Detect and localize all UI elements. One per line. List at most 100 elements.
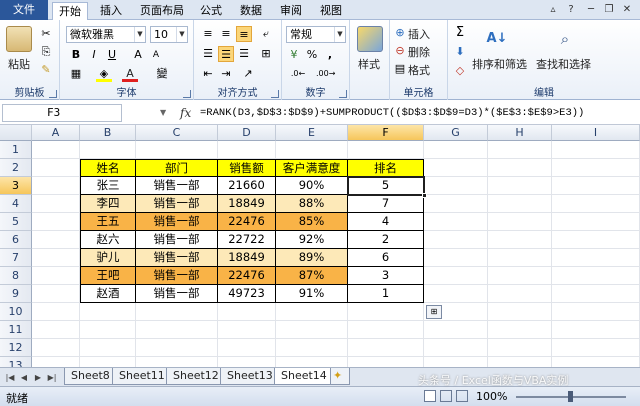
alignment-launcher-icon[interactable] (271, 90, 279, 98)
tab-file[interactable]: 文件 (0, 0, 48, 20)
sheet-tab-sheet8[interactable]: Sheet8 (64, 368, 117, 385)
first-sheet-icon[interactable]: |◀ (4, 371, 16, 384)
last-sheet-icon[interactable]: ▶| (46, 371, 58, 384)
phonetic-icon[interactable]: 變 (154, 66, 170, 82)
grid-cell[interactable] (488, 195, 552, 213)
column-header-b[interactable]: B (80, 125, 136, 141)
table-cell[interactable]: 91% (276, 285, 348, 303)
grid-cell[interactable] (80, 339, 136, 357)
row-header-10[interactable]: 10 (0, 303, 32, 321)
decrease-decimal-icon[interactable]: .00→ (316, 66, 335, 82)
grid-cell[interactable] (552, 177, 640, 195)
table-cell[interactable]: 6 (348, 249, 424, 267)
grid-cell[interactable] (488, 231, 552, 249)
paste-options-icon[interactable]: ⊞ (426, 305, 442, 319)
row-header-6[interactable]: 6 (0, 231, 32, 249)
decrease-font-icon[interactable]: A (148, 47, 164, 63)
table-header-cell[interactable]: 排名 (348, 159, 424, 177)
grid-cell[interactable] (136, 357, 218, 367)
formula-input[interactable]: =RANK(D3,$D$3:$D$9)+SUMPRODUCT(($D$3:$D$… (200, 104, 636, 122)
grid-cell[interactable] (80, 141, 136, 159)
grid-cell[interactable] (80, 357, 136, 367)
new-sheet-icon[interactable]: ✦ (330, 368, 350, 385)
insert-function-button[interactable]: fx (180, 106, 191, 120)
table-cell[interactable]: 22476 (218, 267, 276, 285)
window-minimize-icon[interactable]: ─ (584, 3, 598, 16)
font-launcher-icon[interactable] (183, 90, 191, 98)
grid-cell[interactable] (218, 141, 276, 159)
copy-icon[interactable]: ⎘ (38, 44, 54, 60)
bold-icon[interactable]: B (68, 47, 84, 63)
grid-cell[interactable] (136, 339, 218, 357)
worksheet-grid[interactable]: A B C D E F G H I 1 2 3 4 5 6 7 8 9 10 11 12 13 姓名 部门 销售额 客户满意度 排名… (0, 125, 640, 367)
align-top-icon[interactable]: ≡ (200, 26, 216, 42)
decrease-indent-icon[interactable]: ⇤ (200, 66, 216, 82)
table-cell[interactable]: 87% (276, 267, 348, 285)
table-cell[interactable]: 18849 (218, 195, 276, 213)
grid-cell[interactable] (348, 321, 424, 339)
grid-cell[interactable] (552, 357, 640, 367)
grid-cell[interactable] (32, 321, 80, 339)
sheet-tab-sheet14[interactable]: Sheet14 (274, 368, 334, 385)
table-cell[interactable]: 李四 (80, 195, 136, 213)
grid-cell[interactable] (32, 195, 80, 213)
table-cell[interactable]: 赵六 (80, 231, 136, 249)
grid-cell[interactable] (32, 177, 80, 195)
grid-cell[interactable] (136, 321, 218, 339)
tab-data[interactable]: 数据 (234, 2, 268, 20)
sheet-tab-sheet11[interactable]: Sheet11 (112, 368, 172, 385)
sheet-tab-sheet12[interactable]: Sheet12 (166, 368, 226, 385)
grid-cell[interactable] (32, 141, 80, 159)
grid-cell[interactable] (488, 213, 552, 231)
ribbon-minimize-icon[interactable]: ▵ (546, 3, 560, 16)
table-cell[interactable]: 销售一部 (136, 195, 218, 213)
grid-cell[interactable] (488, 141, 552, 159)
column-header-f[interactable]: F (348, 125, 424, 141)
find-select-button[interactable]: 查找和选择 (536, 56, 591, 72)
insert-cells-icon[interactable]: ⊕ (392, 25, 408, 41)
grid-cell[interactable] (348, 357, 424, 367)
table-header-cell[interactable]: 客户满意度 (276, 159, 348, 177)
grid-cell[interactable] (488, 321, 552, 339)
paste-button[interactable]: 粘贴 (8, 56, 30, 72)
column-header-g[interactable]: G (424, 125, 488, 141)
grid-cell[interactable] (32, 231, 80, 249)
column-header-e[interactable]: E (276, 125, 348, 141)
increase-decimal-icon[interactable]: .0← (290, 66, 306, 82)
grid-cell[interactable] (276, 357, 348, 367)
grid-cell[interactable] (32, 303, 80, 321)
table-cell[interactable]: 4 (348, 213, 424, 231)
grid-cell[interactable] (276, 321, 348, 339)
table-cell[interactable]: 5 (348, 177, 424, 195)
column-header-i[interactable]: I (552, 125, 640, 141)
grid-cell[interactable] (348, 339, 424, 357)
align-left-icon[interactable]: ☰ (200, 46, 216, 62)
increase-font-icon[interactable]: A (130, 47, 146, 63)
italic-icon[interactable]: I (86, 47, 102, 63)
select-all-corner[interactable] (0, 125, 32, 141)
grid-cell[interactable] (32, 339, 80, 357)
grid-cell[interactable] (424, 231, 488, 249)
row-header-2[interactable]: 2 (0, 159, 32, 177)
grid-cell[interactable] (348, 141, 424, 159)
format-cells-button[interactable]: 格式 (408, 62, 430, 78)
sheet-tab-sheet13[interactable]: Sheet13 (220, 368, 280, 385)
fill-color-icon[interactable]: ◈ (96, 66, 112, 82)
number-launcher-icon[interactable] (339, 90, 347, 98)
delete-cells-icon[interactable]: ⊖ (392, 43, 408, 59)
wrap-text-icon[interactable]: ⤶ (258, 26, 274, 42)
grid-cell[interactable] (32, 213, 80, 231)
paste-icon[interactable] (6, 26, 32, 52)
grid-cell[interactable] (424, 285, 488, 303)
grid-cell[interactable] (32, 159, 80, 177)
tab-insert[interactable]: 插入 (94, 2, 128, 20)
tab-home[interactable]: 开始 (52, 2, 88, 20)
table-cell[interactable]: 张三 (80, 177, 136, 195)
grid-cell[interactable] (136, 303, 218, 321)
grid-cell[interactable] (424, 177, 488, 195)
row-header-11[interactable]: 11 (0, 321, 32, 339)
grid-cell[interactable] (488, 285, 552, 303)
grid-cell[interactable] (276, 339, 348, 357)
row-header-3[interactable]: 3 (0, 177, 32, 195)
grid-cell[interactable] (552, 195, 640, 213)
